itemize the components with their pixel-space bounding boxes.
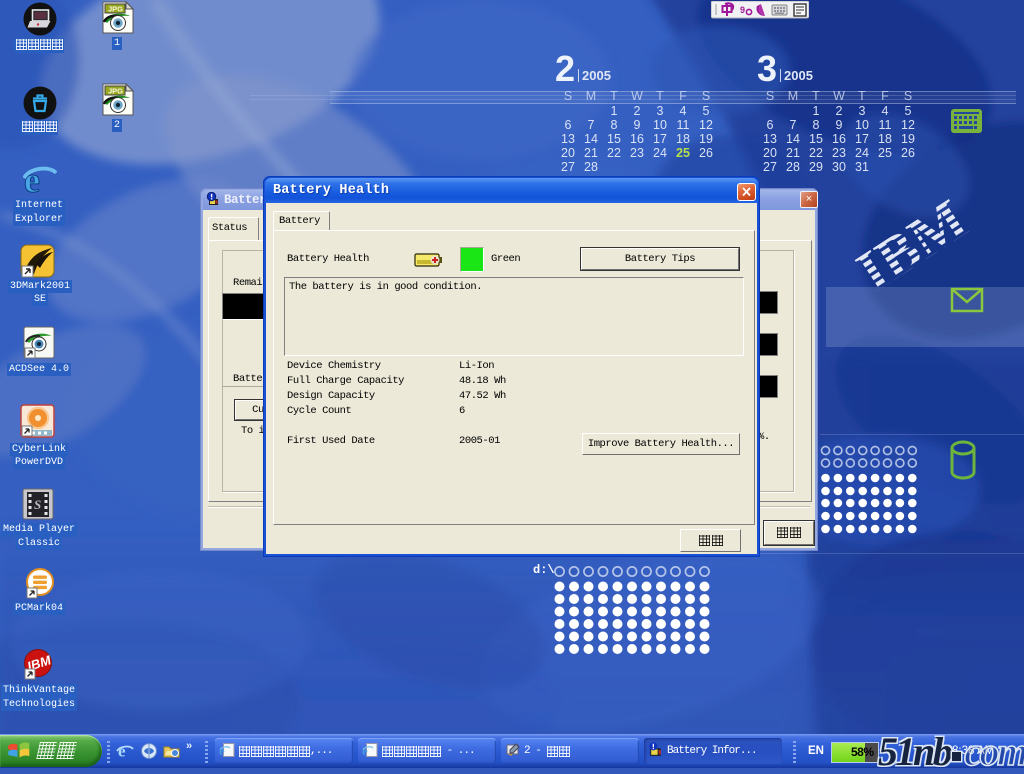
svg-text:e: e — [362, 744, 368, 758]
svg-text:JPG: JPG — [108, 87, 123, 96]
svg-text:JPG: JPG — [108, 5, 123, 14]
svg-text:e: e — [118, 742, 126, 760]
svg-text:9: 9 — [740, 5, 745, 15]
svg-text:e: e — [219, 744, 225, 758]
svg-text:IBM: IBM — [845, 186, 978, 297]
svg-text:S: S — [34, 497, 41, 512]
